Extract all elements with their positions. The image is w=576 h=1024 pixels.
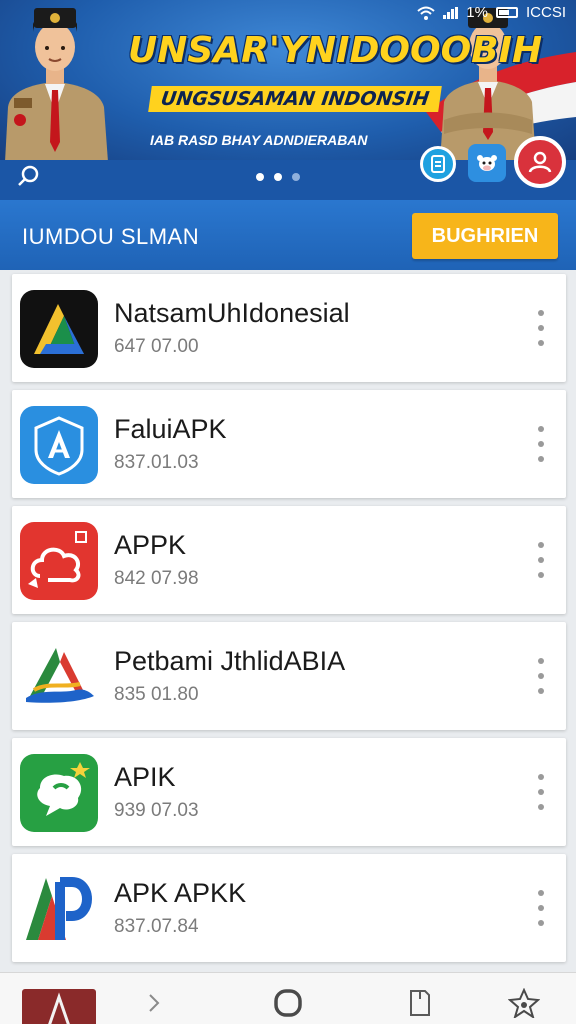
- profile-button[interactable]: [514, 136, 566, 188]
- wave-triangle-icon: [20, 638, 98, 716]
- section-title: IUMDOU SLMAN: [22, 224, 200, 249]
- list-item[interactable]: APIK 939 07.03: [12, 738, 566, 846]
- document-icon: [431, 155, 445, 173]
- battery-icon: [495, 7, 518, 18]
- app-date: 837.01.03: [114, 452, 199, 473]
- carousel-indicator: [256, 173, 300, 181]
- app-date: 939 07.03: [114, 800, 199, 821]
- carousel-dot[interactable]: [274, 173, 282, 181]
- wifi-icon: [417, 6, 435, 20]
- ap-logo-icon: [20, 870, 98, 948]
- app-date: 835 01.80: [114, 684, 199, 705]
- list-item[interactable]: FaluiAPK 837.01.03: [12, 390, 566, 498]
- list-item[interactable]: APK APKK 837.07.84: [12, 854, 566, 962]
- more-options-icon[interactable]: [534, 774, 548, 810]
- app-name: FaluiAPK: [114, 414, 227, 444]
- more-options-icon[interactable]: [534, 890, 548, 926]
- signal-icon: [443, 6, 459, 19]
- shield-a-icon: [20, 406, 98, 484]
- app-name: NatsamUhIdonesial: [114, 298, 350, 328]
- document-nav-icon[interactable]: [400, 983, 440, 1023]
- home-button-icon[interactable]: [268, 983, 308, 1023]
- star-settings-icon[interactable]: [504, 983, 544, 1023]
- mascot-button[interactable]: [468, 144, 506, 182]
- banner-title: UNSAR'YNIDOOOBIH: [128, 30, 543, 71]
- app-name: APK APKK: [114, 878, 247, 908]
- section-action-button[interactable]: BUGHRIEN: [412, 213, 558, 259]
- officer-illustration-left: [5, 8, 108, 162]
- more-options-icon[interactable]: [534, 542, 548, 578]
- recent-app-thumbnail[interactable]: [22, 989, 96, 1024]
- status-clock: ICCSI: [525, 4, 566, 21]
- app-name: Petbami JthlidABIA: [114, 646, 346, 676]
- carousel-dot[interactable]: [256, 173, 264, 181]
- red-cloud-icon: [20, 522, 98, 600]
- list-item[interactable]: Petbami JthlidABIA 835 01.80: [12, 622, 566, 730]
- app-date: 837.07.84: [114, 916, 199, 937]
- chat-bubble-icon: [20, 754, 98, 832]
- status-bar: 1% ICCSI: [417, 4, 566, 21]
- document-button[interactable]: [420, 146, 456, 182]
- app-name: APPK: [114, 530, 187, 560]
- app-date: 647 07.00: [114, 336, 199, 357]
- triangle-logo-icon: [20, 290, 98, 368]
- more-options-icon[interactable]: [534, 426, 548, 462]
- user-icon: [528, 151, 552, 173]
- banner-tagline: IAB RASD BHAY ADNDIERABAN: [150, 132, 368, 148]
- section-header: IUMDOU SLMAN BUGHRIEN: [0, 200, 576, 270]
- app-name: APIK: [114, 762, 176, 792]
- list-item[interactable]: APPK 842 07.98: [12, 506, 566, 614]
- more-options-icon[interactable]: [534, 310, 548, 346]
- more-options-icon[interactable]: [534, 658, 548, 694]
- search-icon[interactable]: [16, 163, 42, 189]
- chevron-right-icon[interactable]: [134, 983, 174, 1023]
- officer-illustration-right: [440, 8, 536, 162]
- battery-percent: 1%: [466, 4, 488, 21]
- carousel-dot[interactable]: [292, 173, 300, 181]
- bottom-navigation: [0, 972, 576, 1024]
- banner-subtitle: UNGSUSAMAN INDONSIH: [148, 86, 442, 112]
- cow-mascot-icon: [477, 155, 497, 171]
- app-date: 842 07.98: [114, 568, 199, 589]
- list-item[interactable]: NatsamUhIdonesial 647 07.00: [12, 274, 566, 382]
